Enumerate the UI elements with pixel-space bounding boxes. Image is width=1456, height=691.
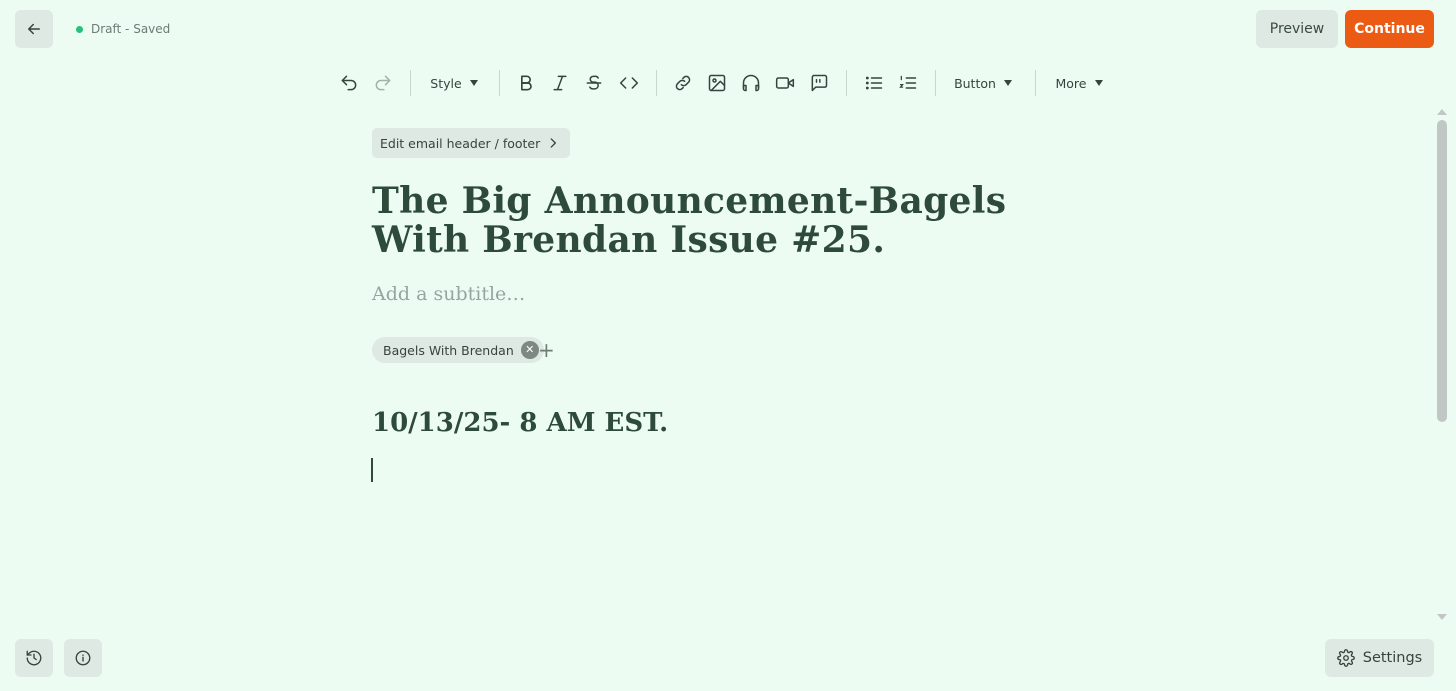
redo-icon — [375, 75, 391, 91]
scroll-down-icon[interactable] — [1437, 614, 1447, 620]
image-icon — [708, 74, 726, 92]
status-dot-icon — [76, 25, 83, 33]
quote-icon — [811, 74, 828, 92]
back-button[interactable] — [15, 10, 53, 48]
remove-tag-icon[interactable]: ✕ — [520, 341, 539, 359]
redo-button[interactable] — [371, 66, 395, 100]
info-button[interactable] — [64, 639, 102, 677]
gear-icon — [1336, 649, 1355, 667]
continue-button[interactable]: Continue — [1345, 10, 1434, 48]
more-dropdown[interactable]: More — [1050, 66, 1108, 100]
section-tag: Bagels With Brendan ✕ — [372, 337, 544, 363]
history-icon — [26, 650, 42, 666]
edit-header-footer-button[interactable]: Edit email header / footer — [372, 128, 571, 158]
caret-down-icon — [1094, 80, 1103, 86]
audio-button[interactable] — [739, 66, 763, 100]
toolbar-divider — [846, 70, 847, 96]
section-tag-label: Bagels With Brendan — [383, 342, 514, 358]
numbered-list-button[interactable] — [896, 66, 920, 100]
scrollbar-thumb[interactable] — [1437, 120, 1447, 422]
link-button[interactable] — [671, 66, 695, 100]
preview-button[interactable]: Preview — [1256, 10, 1338, 48]
more-dropdown-label: More — [1055, 75, 1087, 91]
bullet-list-icon — [865, 76, 883, 90]
numbered-list-icon — [899, 75, 917, 89]
status-text: Draft - Saved — [91, 22, 171, 36]
settings-button[interactable]: Settings — [1325, 639, 1434, 677]
code-icon — [619, 77, 639, 89]
arrow-left-icon — [28, 23, 40, 35]
subtitle-input[interactable]: Add a subtitle… — [372, 283, 525, 305]
chevron-right-icon — [550, 138, 557, 148]
toolbar-divider — [1035, 70, 1036, 96]
italic-icon — [553, 75, 567, 91]
video-icon — [775, 77, 795, 89]
bullet-list-button[interactable] — [862, 66, 886, 100]
style-dropdown[interactable]: Style — [424, 66, 484, 100]
toolbar-divider — [656, 70, 657, 96]
caret-down-icon — [1003, 80, 1012, 86]
toolbar-divider — [410, 70, 411, 96]
bold-button[interactable] — [514, 66, 538, 100]
italic-button[interactable] — [548, 66, 572, 100]
post-title[interactable]: The Big Announcement-Bagels With Brendan… — [372, 182, 1012, 260]
code-button[interactable] — [616, 66, 642, 100]
info-icon — [75, 650, 91, 666]
scroll-up-icon[interactable] — [1437, 109, 1447, 115]
toolbar-divider — [499, 70, 500, 96]
caret-down-icon — [469, 80, 478, 86]
audio-icon — [742, 74, 760, 92]
toolbar-divider — [935, 70, 936, 96]
strikethrough-button[interactable] — [582, 66, 606, 100]
undo-button[interactable] — [337, 66, 361, 100]
image-button[interactable] — [705, 66, 729, 100]
text-cursor — [371, 458, 373, 482]
strikethrough-icon — [586, 75, 602, 90]
quote-button[interactable] — [807, 66, 831, 100]
button-dropdown[interactable]: Button — [950, 66, 1016, 100]
style-dropdown-label: Style — [430, 75, 462, 91]
undo-icon — [341, 75, 357, 91]
button-dropdown-label: Button — [954, 75, 996, 91]
formatting-toolbar: Style Button More — [0, 66, 1456, 100]
draft-status: Draft - Saved — [76, 22, 170, 36]
link-icon — [675, 75, 691, 91]
bold-icon — [521, 75, 532, 91]
settings-label: Settings — [1362, 650, 1423, 666]
version-history-button[interactable] — [15, 639, 53, 677]
body-heading[interactable]: 10/13/25- 8 AM EST. — [372, 408, 668, 438]
edit-header-footer-label: Edit email header / footer — [380, 135, 541, 151]
video-button[interactable] — [773, 66, 797, 100]
add-tag-button[interactable]: + — [538, 340, 555, 360]
